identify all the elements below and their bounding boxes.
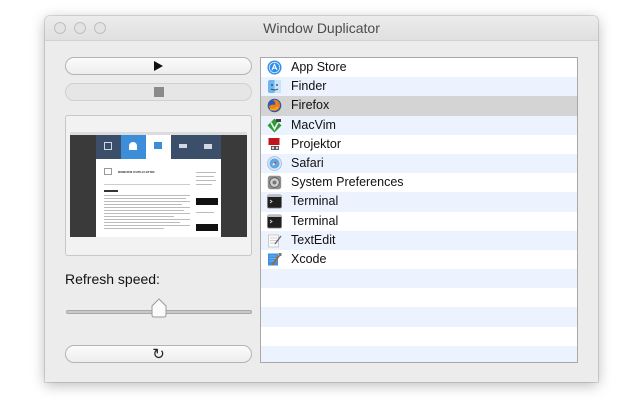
window-list[interactable]: App Store Finder Firefox MacVim Projektor Saf… (260, 57, 578, 363)
list-item-label: System Preferences (291, 175, 404, 190)
projektor-icon (267, 137, 282, 152)
list-item[interactable]: Xcode (261, 250, 577, 269)
list-item[interactable]: MacVim (261, 115, 577, 135)
list-item-label: Xcode (291, 251, 327, 266)
empty-row (261, 307, 577, 327)
list-item-label: Terminal (291, 213, 339, 228)
refresh-button[interactable]: ↻ (65, 345, 252, 363)
safari-icon (267, 156, 282, 171)
list-item-label: Firefox (291, 98, 330, 113)
list-item[interactable]: Safari (261, 153, 577, 174)
textedit-icon (267, 233, 282, 248)
play-button[interactable] (65, 57, 252, 75)
list-item[interactable]: Projektor (261, 135, 577, 154)
empty-row (261, 269, 577, 289)
app-window: Window Duplicator WINDOW DUPLICATOR Refr… (45, 16, 598, 382)
list-item[interactable]: Finder (261, 77, 577, 97)
play-icon (154, 61, 163, 71)
refresh-speed-label: Refresh speed: (65, 271, 160, 287)
terminal-icon (267, 214, 282, 229)
preview-heading: WINDOW DUPLICATOR (118, 170, 155, 174)
stop-button (65, 83, 252, 101)
list-item[interactable]: Terminal (261, 192, 577, 212)
xcode-icon (267, 252, 282, 267)
preview-thumbnail: WINDOW DUPLICATOR (70, 132, 247, 237)
finder-icon (267, 79, 282, 94)
window-title: Window Duplicator (263, 20, 380, 36)
refresh-icon: ↻ (152, 345, 165, 363)
macvim-icon (267, 118, 282, 133)
list-item[interactable]: App Store (261, 58, 577, 77)
list-item-label: TextEdit (291, 232, 336, 247)
app-store-icon (267, 60, 282, 75)
window-preview: WINDOW DUPLICATOR (65, 115, 252, 256)
system-preferences-icon (267, 175, 282, 190)
slider-knob[interactable] (150, 298, 168, 318)
terminal-icon (267, 194, 282, 209)
list-item-label: App Store (291, 60, 347, 74)
empty-row (261, 327, 577, 346)
stop-icon (153, 87, 164, 97)
list-item-label: Finder (291, 79, 327, 94)
title-bar: Window Duplicator (45, 16, 598, 41)
list-item[interactable]: TextEdit (261, 230, 577, 250)
empty-row (261, 345, 577, 362)
firefox-icon (267, 98, 282, 113)
list-item-label: Safari (291, 155, 324, 170)
empty-row (261, 288, 577, 307)
list-item-label: Projektor (291, 136, 342, 151)
list-item[interactable]: System Preferences (261, 173, 577, 192)
list-item[interactable]: Terminal (261, 212, 577, 231)
list-item-label: Terminal (291, 194, 339, 209)
list-item[interactable]: Firefox (261, 96, 577, 116)
list-item-label: MacVim (291, 117, 336, 132)
